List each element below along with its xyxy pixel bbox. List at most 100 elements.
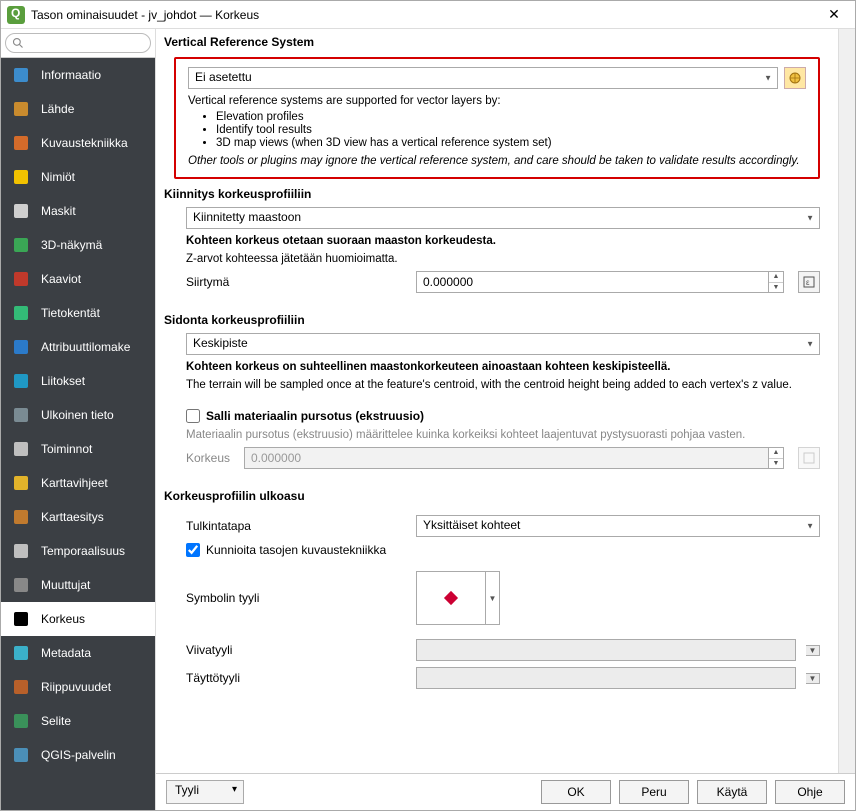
vrs-select[interactable]: Ei asetettu xyxy=(188,67,778,89)
sidebar-item-temporaalisuus[interactable]: Temporaalisuus xyxy=(1,534,155,568)
sidebar-item-tietokent-t[interactable]: Tietokentät xyxy=(1,296,155,330)
vrs-help-intro: Vertical reference systems are supported… xyxy=(188,95,806,107)
sidebar-item-3d-n-kym-[interactable]: 3D-näkymä xyxy=(1,228,155,262)
extrusion-desc: Materiaalin pursotus (ekstruusio) määrit… xyxy=(186,429,820,441)
sidebar-item-liitokset[interactable]: Liitokset xyxy=(1,364,155,398)
help-button[interactable]: Ohje xyxy=(775,780,845,804)
qgis-app-icon xyxy=(7,6,25,24)
left-column: Informaatio Lähde KuvaustekniikkaNimiötMas… xyxy=(1,29,156,810)
line-style-box xyxy=(416,639,796,661)
sidebar-item-nimi-t[interactable]: Nimiöt xyxy=(1,160,155,194)
main-scrollbar[interactable] xyxy=(838,29,855,773)
sidebar-item-label: Karttaesitys xyxy=(41,510,104,524)
binding-mode-select[interactable]: Keskipiste xyxy=(186,333,820,355)
sidebar-item-qgis-palvelin[interactable]: QGIS-palvelin xyxy=(1,738,155,772)
clamp-header: Kiinnitys korkeusprofiiliin xyxy=(156,181,838,203)
sidebar-item-label: Selite xyxy=(41,714,71,728)
vrs-bullet-list: Elevation profilesIdentify tool results3… xyxy=(216,111,806,149)
expression-icon xyxy=(803,452,815,464)
clamp-body: Kiinnitetty maastoon Kohteen korkeus ote… xyxy=(156,203,838,307)
sidebar-item-muuttujat[interactable]: Muuttujat xyxy=(1,568,155,602)
svg-text:ε: ε xyxy=(806,278,810,287)
sidebar-item-label: Lähde xyxy=(41,102,74,116)
extrusion-height-label: Korkeus xyxy=(186,451,234,465)
sidebar-item-kuvaustekniikka[interactable]: Kuvaustekniikka xyxy=(1,126,155,160)
extrusion-height-spinbox: ▲▼ xyxy=(244,447,784,469)
apply-button[interactable]: Käytä xyxy=(697,780,767,804)
sidebar-icon xyxy=(11,405,31,425)
sidebar-item-metadata[interactable]: Metadata xyxy=(1,636,155,670)
clamp-mode-select[interactable]: Kiinnitetty maastoon xyxy=(186,207,820,229)
extrusion-height-arrows: ▲▼ xyxy=(768,447,784,469)
offset-expression-button[interactable]: ε xyxy=(798,271,820,293)
sidebar-icon xyxy=(11,235,31,255)
clamp-mode-value: Kiinnitetty maastoon xyxy=(186,207,820,229)
respect-symbology-checkbox[interactable] xyxy=(186,543,200,557)
sidebar-item-l-hde[interactable]: Lähde xyxy=(1,92,155,126)
sidebar-item-label: 3D-näkymä xyxy=(41,238,102,252)
sidebar-icon xyxy=(11,201,31,221)
sidebar: Informaatio Lähde KuvaustekniikkaNimiötMas… xyxy=(1,58,155,810)
offset-spin-arrows[interactable]: ▲▼ xyxy=(768,271,784,293)
vrs-select-value: Ei asetettu xyxy=(188,67,778,89)
sidebar-search-input[interactable] xyxy=(5,33,151,53)
sidebar-item-karttaesitys[interactable]: Karttaesitys xyxy=(1,500,155,534)
symbol-swatch-dropdown[interactable]: ▼ xyxy=(486,571,500,625)
sidebar-icon xyxy=(11,507,31,527)
sidebar-item-label: Attribuuttilomake xyxy=(41,340,130,354)
sidebar-item-label: Toiminnot xyxy=(41,442,92,456)
sidebar-item-attribuuttilomake[interactable]: Attribuuttilomake xyxy=(1,330,155,364)
sidebar-item-riippuvuudet[interactable]: Riippuvuudet xyxy=(1,670,155,704)
appearance-header: Korkeusprofiilin ulkoasu xyxy=(156,483,838,505)
sidebar-item-karttavihjeet[interactable]: Karttavihjeet xyxy=(1,466,155,500)
line-style-dropdown: ▼ xyxy=(806,645,820,656)
dialog-footer: Tyyli OK Peru Käytä Ohje xyxy=(156,773,855,810)
sidebar-icon xyxy=(11,65,31,85)
sidebar-item-label: Karttavihjeet xyxy=(41,476,108,490)
vrs-bullet: Elevation profiles xyxy=(216,111,806,123)
binding-bold: Kohteen korkeus on suhteellinen maastonk… xyxy=(186,361,820,373)
offset-input[interactable] xyxy=(416,271,768,293)
extrusion-height-input xyxy=(244,447,768,469)
sidebar-item-label: QGIS-palvelin xyxy=(41,748,116,762)
sidebar-item-maskit[interactable]: Maskit xyxy=(1,194,155,228)
sidebar-item-informaatio[interactable]: Informaatio xyxy=(1,58,155,92)
vrs-picker-button[interactable] xyxy=(784,67,806,89)
sidebar-item-label: Korkeus xyxy=(41,612,85,626)
offset-spinbox[interactable]: ▲▼ xyxy=(416,271,784,293)
binding-header: Sidonta korkeusprofiiliin xyxy=(156,307,838,329)
sidebar-item-selite[interactable]: Selite xyxy=(1,704,155,738)
sidebar-item-label: Ulkoinen tieto xyxy=(41,408,114,422)
symbol-swatch[interactable] xyxy=(416,571,486,625)
fill-style-label: Täyttötyyli xyxy=(186,671,406,685)
vrs-header: Vertical Reference System xyxy=(156,29,838,51)
respect-symbology-label: Kunnioita tasojen kuvaustekniikka xyxy=(206,543,386,557)
sidebar-item-label: Muuttujat xyxy=(41,578,90,592)
extrusion-label: Salli materiaalin pursotus (ekstruusio) xyxy=(206,409,424,423)
extrusion-checkbox[interactable] xyxy=(186,409,200,423)
interpretation-select[interactable]: Yksittäiset kohteet xyxy=(416,515,820,537)
vrs-bullet: 3D map views (when 3D view has a vertica… xyxy=(216,137,806,149)
style-menu-button[interactable]: Tyyli xyxy=(166,780,244,804)
main-scroll[interactable]: Vertical Reference System Ei asetettu Ve… xyxy=(156,29,838,773)
vrs-bullet: Identify tool results xyxy=(216,124,806,136)
sidebar-item-kaaviot[interactable]: Kaaviot xyxy=(1,262,155,296)
sidebar-item-ulkoinen-tieto[interactable]: Ulkoinen tieto xyxy=(1,398,155,432)
window-title: Tason ominaisuudet - jv_johdot — Korkeus xyxy=(31,8,819,22)
window-close-button[interactable]: ✕ xyxy=(819,6,849,23)
sidebar-item-label: Temporaalisuus xyxy=(41,544,125,558)
sidebar-icon xyxy=(11,133,31,153)
ok-button[interactable]: OK xyxy=(541,780,611,804)
style-menu-label: Tyyli xyxy=(175,783,199,797)
sidebar-icon xyxy=(11,745,31,765)
sidebar-item-label: Riippuvuudet xyxy=(41,680,111,694)
search-icon xyxy=(12,37,24,49)
sidebar-icon xyxy=(11,473,31,493)
sidebar-item-label: Metadata xyxy=(41,646,91,660)
sidebar-item-korkeus[interactable]: Korkeus xyxy=(1,602,155,636)
sidebar-icon xyxy=(11,541,31,561)
sidebar-item-toiminnot[interactable]: Toiminnot xyxy=(1,432,155,466)
cancel-button[interactable]: Peru xyxy=(619,780,689,804)
sidebar-item-label: Informaatio xyxy=(41,68,101,82)
main-panel: Vertical Reference System Ei asetettu Ve… xyxy=(156,29,855,810)
